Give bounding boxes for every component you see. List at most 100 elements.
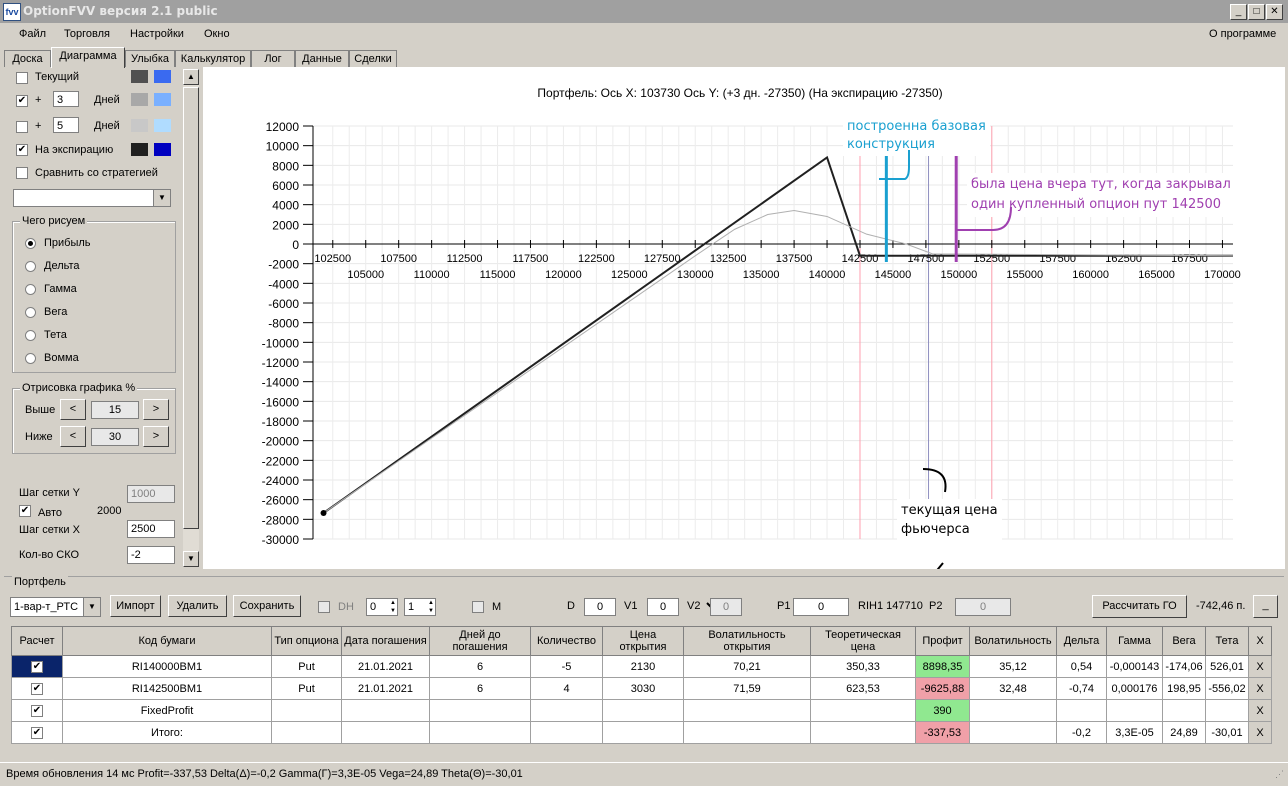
spinner-arrows-icon[interactable]: ▲ ▼: [390, 599, 396, 615]
dh-spinner-2[interactable]: 1 ▲ ▼: [404, 598, 436, 616]
table-row[interactable]: ✔ RI142500BM1 Put 21.01.2021 6 4 3030 71,59 623,…: [11, 677, 1272, 700]
color-days2-blue[interactable]: [154, 119, 171, 132]
resize-grip-icon[interactable]: ⋰: [1275, 769, 1284, 780]
col-code[interactable]: Код бумаги: [62, 626, 272, 656]
table-row[interactable]: ✔ Итого: -337,53 -0,2 3,3E-05 24,89 -30,01 X: [11, 721, 1272, 744]
row-delete-button[interactable]: X: [1248, 677, 1272, 700]
p1-input[interactable]: 0: [793, 598, 849, 616]
tab-board[interactable]: Доска: [4, 50, 51, 67]
delete-button[interactable]: Удалить: [168, 595, 227, 617]
grid-y-input[interactable]: 1000: [127, 485, 175, 503]
checkbox-icon[interactable]: ✔: [31, 705, 43, 717]
below-increase-button[interactable]: >: [143, 426, 169, 447]
row-calc-checkbox[interactable]: ✔: [11, 699, 63, 722]
col-delta[interactable]: Дельта: [1056, 626, 1107, 656]
sko-input[interactable]: -2: [127, 546, 175, 564]
scroll-up-icon[interactable]: ▲: [183, 69, 199, 85]
menu-settings[interactable]: Настройки: [130, 28, 184, 40]
tab-log[interactable]: Лог: [251, 50, 295, 67]
col-theo-price[interactable]: Теоретическая цена: [810, 626, 916, 656]
above-increase-button[interactable]: >: [143, 399, 169, 420]
save-button[interactable]: Сохранить: [233, 595, 301, 617]
minimize-panel-button[interactable]: _: [1253, 595, 1278, 618]
checkbox-icon[interactable]: ✔: [31, 727, 43, 739]
col-calc[interactable]: Расчет: [11, 626, 63, 656]
menu-window[interactable]: Окно: [204, 28, 230, 40]
color-days2-gray[interactable]: [131, 119, 148, 132]
expiry-checkbox[interactable]: ✔: [16, 144, 28, 156]
checkbox-icon[interactable]: ✔: [31, 661, 43, 673]
days2-input[interactable]: 5: [53, 117, 79, 133]
pnl-chart[interactable]: Портфель: Ось X: 103730 Ось Y: (+3 дн. -…: [203, 67, 1285, 569]
row-calc-checkbox[interactable]: ✔: [11, 721, 63, 744]
dh-checkbox[interactable]: [318, 601, 330, 613]
maximize-button[interactable]: □: [1248, 4, 1265, 20]
radio-vega[interactable]: [25, 307, 36, 318]
settings-scrollbar[interactable]: ▲ ▼: [183, 69, 199, 567]
above-decrease-button[interactable]: <: [60, 399, 86, 420]
color-days1-gray[interactable]: [131, 93, 148, 106]
menu-file[interactable]: Файл: [19, 28, 46, 40]
radio-profit[interactable]: [25, 238, 36, 249]
d-input[interactable]: 0: [584, 598, 616, 616]
days1-input[interactable]: 3: [53, 91, 79, 107]
m-checkbox[interactable]: [472, 601, 484, 613]
col-theta[interactable]: Тета: [1205, 626, 1249, 656]
spinner-arrows-icon[interactable]: ▲ ▼: [428, 599, 434, 615]
portfolio-select[interactable]: 1-вар-т_РТС ▼: [10, 597, 101, 617]
table-row[interactable]: ✔ FixedProfit 390 X: [11, 699, 1272, 722]
col-open-vol[interactable]: Волатильность открытия: [683, 626, 811, 656]
tab-diagram[interactable]: Диаграмма: [51, 47, 125, 68]
v1-input[interactable]: 0: [647, 598, 679, 616]
scroll-thumb[interactable]: [183, 87, 199, 529]
radio-delta[interactable]: [25, 261, 36, 272]
compare-checkbox[interactable]: [16, 167, 28, 179]
col-open-price[interactable]: Цена открытия: [602, 626, 684, 656]
col-days-left[interactable]: Дней до погашения: [429, 626, 531, 656]
row-delete-button[interactable]: X: [1248, 655, 1272, 678]
minimize-button[interactable]: _: [1230, 4, 1247, 20]
strategy-select[interactable]: ▼: [13, 189, 171, 207]
radio-vomma[interactable]: [25, 353, 36, 364]
color-expiry-blue[interactable]: [154, 143, 171, 156]
row-delete-button[interactable]: X: [1248, 699, 1272, 722]
radio-gamma[interactable]: [25, 284, 36, 295]
tab-calculator[interactable]: Калькулятор: [175, 50, 251, 67]
below-decrease-button[interactable]: <: [60, 426, 86, 447]
col-type[interactable]: Тип опциона: [271, 626, 342, 656]
scroll-down-icon[interactable]: ▼: [183, 551, 199, 567]
p2-input[interactable]: 0: [955, 598, 1011, 616]
tab-deals[interactable]: Сделки: [349, 50, 397, 67]
days2-checkbox[interactable]: [16, 121, 28, 133]
row-delete-button[interactable]: X: [1248, 721, 1272, 744]
auto-checkbox[interactable]: ✔: [19, 505, 31, 517]
color-expiry-black[interactable]: [131, 143, 148, 156]
col-delete[interactable]: X: [1248, 626, 1272, 656]
tab-smile[interactable]: Улыбка: [125, 50, 175, 67]
row-calc-checkbox[interactable]: ✔: [11, 655, 63, 678]
tab-data[interactable]: Данные: [295, 50, 349, 67]
calc-go-button[interactable]: Рассчитать ГО: [1092, 595, 1187, 618]
days1-checkbox[interactable]: ✔: [16, 95, 28, 107]
col-expiry-date[interactable]: Дата погашения: [341, 626, 430, 656]
grid-x-input[interactable]: 2500: [127, 520, 175, 538]
col-profit[interactable]: Профит: [915, 626, 970, 656]
color-days1-blue[interactable]: [154, 93, 171, 106]
current-checkbox[interactable]: [16, 72, 28, 84]
color-current-gray[interactable]: [131, 70, 148, 83]
col-volatility[interactable]: Волатильность: [969, 626, 1057, 656]
radio-theta[interactable]: [25, 330, 36, 341]
col-gamma[interactable]: Гамма: [1106, 626, 1163, 656]
menu-about[interactable]: О программе: [1209, 28, 1276, 40]
col-quantity[interactable]: Количество: [530, 626, 603, 656]
chevron-down-icon[interactable]: ▼: [153, 190, 170, 206]
col-vega[interactable]: Вега: [1162, 626, 1206, 656]
row-calc-checkbox[interactable]: ✔: [11, 677, 63, 700]
import-button[interactable]: Импорт: [110, 595, 161, 617]
chevron-down-icon[interactable]: ▼: [83, 598, 100, 616]
table-row[interactable]: ✔ RI140000BM1 Put 21.01.2021 6 -5 2130 70,21 350…: [11, 655, 1272, 678]
menu-trade[interactable]: Торговля: [64, 28, 110, 40]
close-button[interactable]: ✕: [1266, 4, 1283, 20]
checkbox-icon[interactable]: ✔: [31, 683, 43, 695]
v2-input[interactable]: 0: [710, 598, 742, 616]
